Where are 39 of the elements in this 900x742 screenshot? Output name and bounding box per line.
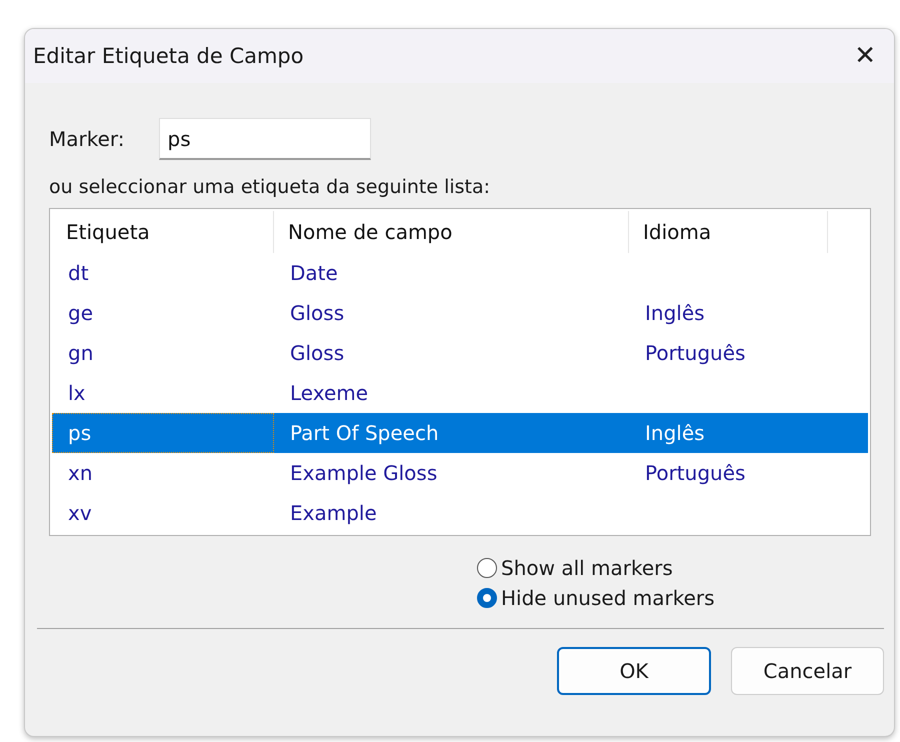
- table-cell-text: Example: [289, 500, 378, 527]
- column-header[interactable]: Etiqueta: [52, 211, 274, 253]
- radio-button[interactable]: [477, 588, 497, 608]
- table-cell-text: xv: [67, 500, 93, 527]
- column-header[interactable]: Idioma: [629, 211, 828, 253]
- cancel-button[interactable]: Cancelar: [731, 647, 884, 695]
- table-cell-text: Part Of Speech: [289, 420, 440, 447]
- table-cell-text: Inglês: [644, 420, 706, 447]
- list-caption: ou seleccionar uma etiqueta da seguinte lista:: [49, 176, 492, 198]
- table-cell-text: dt: [67, 260, 90, 287]
- marker-label: Marker:: [49, 127, 125, 151]
- radio-button[interactable]: [477, 558, 497, 578]
- list-row[interactable]: ge Gloss Inglês: [52, 293, 868, 333]
- table-cell-text: Lexeme: [289, 380, 370, 407]
- marker-field[interactable]: ps: [158, 118, 371, 160]
- table-cell: ps: [52, 413, 274, 453]
- ok-button[interactable]: OK: [557, 647, 711, 695]
- table-cell-text: Example Gloss: [289, 460, 438, 487]
- table-cell-text: Português: [644, 460, 746, 487]
- table-cell-text: Gloss: [289, 340, 346, 367]
- list-row[interactable]: ps Part Of Speech Inglês: [52, 413, 868, 453]
- close-button[interactable]: ✕: [846, 41, 884, 71]
- list-row[interactable]: lx Lexeme: [52, 373, 868, 413]
- list-row[interactable]: dt Date: [52, 253, 868, 293]
- table-cell-text: Português: [644, 340, 746, 367]
- list-row[interactable]: xv Example: [52, 493, 868, 533]
- radio-label: Show all markers: [501, 556, 673, 580]
- table-cell-text: ge: [67, 300, 94, 327]
- column-header[interactable]: Nome de campo: [274, 211, 629, 253]
- table-cell-text: Inglês: [644, 300, 706, 327]
- table-cell-text: xn: [67, 460, 94, 487]
- table-cell-text: Gloss: [289, 300, 346, 327]
- table-cell-text: Date: [289, 260, 339, 287]
- list-row[interactable]: gn Gloss Português: [52, 333, 868, 373]
- table-cell-text: gn: [67, 340, 94, 367]
- radio-label: Hide unused markers: [501, 586, 715, 610]
- table-cell-text: lx: [67, 380, 86, 407]
- window-title: Editar Etiqueta de Campo: [33, 44, 304, 68]
- list-row[interactable]: xn Example Gloss Português: [52, 453, 868, 493]
